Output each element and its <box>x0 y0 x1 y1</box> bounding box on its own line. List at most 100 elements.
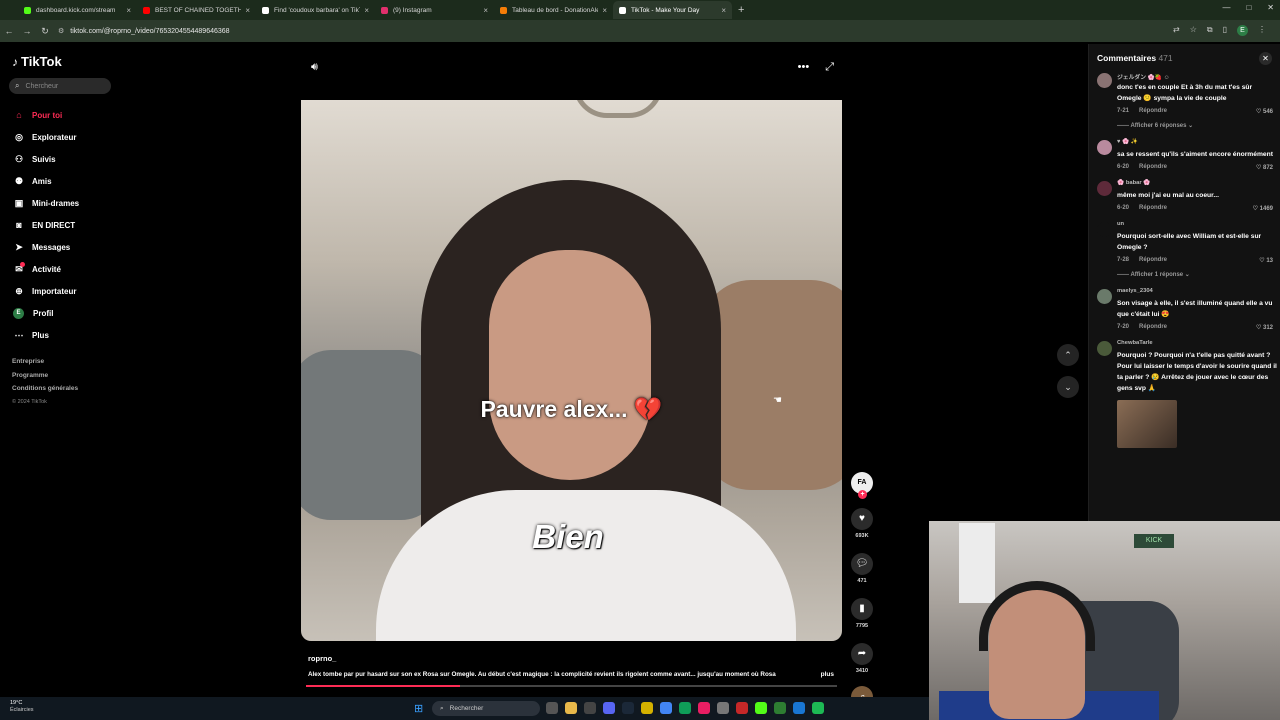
sidebar-item-explorateur[interactable]: ◎ Explorateur <box>12 126 79 148</box>
commenter-avatar[interactable] <box>1097 289 1112 304</box>
reply-button[interactable]: Répondre <box>1139 205 1167 212</box>
site-info-icon[interactable]: ⚙ <box>58 28 64 35</box>
sidebar-item-en-direct[interactable]: ◙ EN DIRECT <box>12 214 79 236</box>
next-video-chevron-down-icon[interactable]: ⌄ <box>1057 376 1079 398</box>
new-tab-button[interactable]: + <box>738 4 744 16</box>
close-window-icon[interactable]: ✕ <box>1267 3 1274 12</box>
close-tab-icon[interactable]: × <box>245 6 250 15</box>
creator-avatar[interactable]: FA + <box>851 472 873 499</box>
minimize-icon[interactable]: — <box>1222 3 1230 12</box>
volume-icon[interactable]: 🔊︎ <box>311 61 318 74</box>
comment-like-button[interactable]: ♡ 872 <box>1256 164 1273 171</box>
reply-button[interactable]: Répondre <box>1139 257 1167 264</box>
app-red-icon[interactable] <box>698 702 710 714</box>
sidepanel-icon[interactable]: ▯ <box>1223 25 1227 36</box>
fullscreen-icon[interactable]: ⤢ <box>825 61 834 74</box>
previous-video-chevron-up-icon[interactable]: ⌃ <box>1057 344 1079 366</box>
reply-button[interactable]: Répondre <box>1139 164 1167 171</box>
settings-icon[interactable] <box>717 702 729 714</box>
footer-link-enterprise[interactable]: Entreprise <box>12 358 78 372</box>
app-blue-icon[interactable] <box>793 702 805 714</box>
comment-like-button[interactable]: ♡ 312 <box>1256 324 1273 331</box>
file-explorer-icon[interactable] <box>565 702 577 714</box>
sidebar-item-amis[interactable]: ⚉ Amis <box>12 170 79 192</box>
commenter-name[interactable]: 🌸 babar 🌸 <box>1117 180 1277 190</box>
app-green-icon[interactable] <box>679 702 691 714</box>
commenter-avatar[interactable] <box>1097 140 1112 155</box>
footer-link-programme[interactable]: Programme <box>12 372 78 386</box>
discord-icon[interactable] <box>603 702 615 714</box>
app-green2-icon[interactable] <box>774 702 786 714</box>
commenter-name[interactable]: un <box>1117 221 1277 231</box>
comment-icon[interactable]: 💬︎ <box>851 553 873 575</box>
follow-plus-icon[interactable]: + <box>858 490 867 499</box>
view-replies-button[interactable]: —— Afficher 1 réponse ⌄ <box>1117 271 1277 278</box>
sidebar-item-suivis[interactable]: ⚇ Suivis <box>12 148 79 170</box>
commenter-name[interactable]: ジェルダン 🌸🍓 ☺ <box>1117 72 1277 82</box>
weather-widget[interactable]: 19°C Éclaircies <box>10 700 34 714</box>
taskbar-search-input[interactable]: ⌕ Rechercher <box>432 701 540 716</box>
sidebar-item-profil[interactable]: E Profil <box>12 302 79 324</box>
extensions-icon[interactable]: ⧉ <box>1207 25 1213 36</box>
commenter-avatar[interactable] <box>1097 341 1112 356</box>
video-progress-bar[interactable] <box>306 685 837 687</box>
obs-icon[interactable] <box>736 702 748 714</box>
comment-like-button[interactable]: ♡ 546 <box>1256 108 1273 115</box>
close-tab-icon[interactable]: × <box>126 6 131 15</box>
browser-tab[interactable]: TikTok - Make Your Day × <box>613 1 732 19</box>
browser-tab[interactable]: BEST OF CHAINED TOGETHER ...× <box>137 1 256 19</box>
url-field[interactable]: ⚙ tiktok.com/@roprno_/video/7653204554489… <box>58 27 230 35</box>
commenter-avatar[interactable] <box>1097 222 1112 237</box>
tiktok-logo[interactable]: ♪ TikTok <box>12 54 62 69</box>
steam-icon[interactable] <box>622 702 634 714</box>
description-more-link[interactable]: plus <box>821 671 834 678</box>
maximize-icon[interactable]: □ <box>1246 3 1251 12</box>
close-comments-icon[interactable]: ✕ <box>1259 52 1272 65</box>
comment-like-button[interactable]: ♡ 13 <box>1259 257 1273 264</box>
commenter-avatar[interactable] <box>1097 181 1112 196</box>
spotify-icon[interactable] <box>812 702 824 714</box>
reload-icon[interactable]: ↻ <box>36 26 54 37</box>
browser-tab[interactable]: (9) Instagram × <box>375 1 494 19</box>
comment-image[interactable] <box>1117 400 1177 448</box>
chrome-icon[interactable] <box>660 702 672 714</box>
app-yellow-icon[interactable] <box>641 702 653 714</box>
close-tab-icon[interactable]: × <box>602 6 607 15</box>
video-author[interactable]: roprno_ <box>308 654 336 663</box>
browser-tab[interactable]: Tableau de bord - DonationAlerts × <box>494 1 613 19</box>
windows-start-icon[interactable]: ⊞ <box>414 702 423 715</box>
more-options-icon[interactable]: ••• <box>798 61 810 74</box>
close-tab-icon[interactable]: × <box>364 6 369 15</box>
search-input[interactable]: ⌕ Chercheur <box>9 78 111 94</box>
view-replies-button[interactable]: —— Afficher 6 réponses ⌄ <box>1117 122 1277 129</box>
close-tab-icon[interactable]: × <box>483 6 488 15</box>
sidebar-item-activit-[interactable]: ✉ Activité <box>12 258 79 280</box>
reply-button[interactable]: Répondre <box>1139 108 1167 115</box>
translate-icon[interactable]: ⇄ <box>1173 25 1180 36</box>
commenter-name[interactable]: ChewbaTarle <box>1117 340 1277 350</box>
kick-app-icon[interactable] <box>755 702 767 714</box>
footer-link-terms[interactable]: Conditions générales <box>12 385 78 399</box>
back-icon[interactable]: ← <box>0 26 18 36</box>
commenter-avatar[interactable] <box>1097 73 1112 88</box>
browser-tab[interactable]: Find 'coudoux barbara' on TikTok × <box>256 1 375 19</box>
comment-like-button[interactable]: ♡ 1469 <box>1253 205 1273 212</box>
sidebar-item-pour-toi[interactable]: ⌂ Pour toi <box>12 104 79 126</box>
sidebar-item-plus[interactable]: ⋯ Plus <box>12 324 79 346</box>
commenter-name[interactable]: maelys_2304 <box>1117 288 1277 298</box>
terminal-icon[interactable] <box>584 702 596 714</box>
sidebar-item-messages[interactable]: ➤ Messages <box>12 236 79 258</box>
close-tab-icon[interactable]: × <box>721 6 726 15</box>
menu-kebab-icon[interactable]: ⋮ <box>1258 25 1266 36</box>
reply-button[interactable]: Répondre <box>1139 324 1167 331</box>
sidebar-item-importateur[interactable]: ⊕ Importateur <box>12 280 79 302</box>
browser-tab[interactable]: dashboard.kick.com/stream × <box>18 1 137 19</box>
heart-icon[interactable]: ♥ <box>851 508 873 530</box>
share-icon[interactable]: ➦ <box>851 643 873 665</box>
video-player[interactable]: 🔊︎ ••• ⤢ Pauvre alex... 💔 Bien ☚ <box>301 56 842 641</box>
task-view-icon[interactable] <box>546 702 558 714</box>
sidebar-item-mini-drames[interactable]: ▣ Mini-drames <box>12 192 79 214</box>
forward-icon[interactable]: → <box>18 26 36 36</box>
commenter-name[interactable]: ♥ 🌸 ✨ <box>1117 139 1277 149</box>
bookmark-star-icon[interactable]: ☆ <box>1190 25 1197 36</box>
